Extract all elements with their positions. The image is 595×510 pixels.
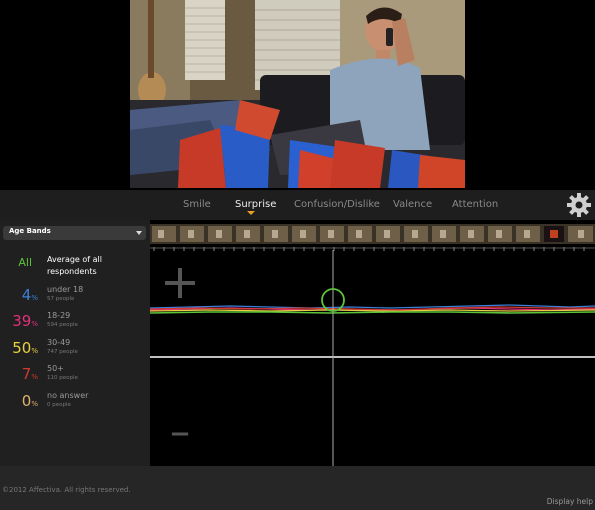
group-count: 57 people (47, 296, 75, 302)
group-count: 747 people (47, 349, 78, 355)
group-label: under 18 (47, 285, 84, 294)
video-area (0, 0, 595, 190)
percent-symbol: % (31, 294, 38, 302)
thumbnail-strip[interactable] (150, 224, 595, 244)
group-percent: 0% (0, 392, 38, 410)
group-label: 30-49 (47, 338, 71, 347)
tab-attention[interactable]: Attention (452, 199, 498, 210)
group-label: 50+ (47, 364, 64, 373)
video-frame-image (130, 0, 465, 188)
series-line-all (150, 311, 595, 314)
group-count: 110 people (47, 375, 78, 381)
gear-icon[interactable] (566, 192, 592, 218)
emotion-timeline-chart[interactable]: − (150, 220, 595, 466)
percent-symbol: % (31, 373, 38, 381)
percent-value: 7 (21, 365, 32, 383)
series-line-30-49 (150, 309, 595, 312)
percent-value: 0 (21, 392, 32, 410)
percent-symbol: % (31, 320, 38, 328)
time-ruler (150, 247, 595, 251)
legend-item-18-29[interactable]: 39% 18-29 594 people (0, 309, 150, 331)
timeline-svg: − (150, 224, 595, 466)
segment-dropdown[interactable]: Age Bands (3, 226, 146, 240)
percent-symbol: % (31, 347, 38, 355)
segment-sidebar: Age Bands All Average of all respondents… (0, 220, 150, 466)
group-label: 18-29 (47, 311, 71, 320)
all-badge: All (18, 256, 32, 269)
group-percent: 4% (0, 286, 38, 304)
group-percent: 50% (0, 339, 38, 357)
group-label: no answer (47, 391, 89, 400)
active-tab-indicator (247, 211, 255, 215)
percent-value: 4 (21, 286, 32, 304)
tab-surprise[interactable]: Surprise (235, 199, 276, 210)
plus-icon[interactable] (165, 268, 195, 298)
percent-symbol: % (31, 400, 38, 408)
minus-icon[interactable]: − (169, 419, 191, 449)
group-percent: 39% (0, 312, 38, 330)
tab-confusion-dislike[interactable]: Confusion/Dislike (294, 199, 380, 210)
group-count: 594 people (47, 322, 78, 328)
legend-item-50-plus[interactable]: 7% 50+ 110 people (0, 362, 150, 384)
metric-tabs: Smile Surprise Confusion/Dislike Valence… (0, 190, 595, 220)
legend-label-all: Average of all respondents (47, 255, 102, 276)
tab-smile[interactable]: Smile (183, 199, 211, 210)
legend-item-under-18[interactable]: 4% under 18 57 people (0, 283, 150, 305)
group-count: 0 people (47, 402, 71, 408)
percent-value: 50 (12, 339, 32, 357)
legend-item-30-49[interactable]: 50% 30-49 747 people (0, 336, 150, 358)
chevron-down-icon (136, 231, 142, 235)
legend-item-no-answer[interactable]: 0% no answer 0 people (0, 389, 150, 411)
display-help-link[interactable]: Display help (547, 497, 593, 506)
tab-valence[interactable]: Valence (393, 199, 432, 210)
legend-item-all[interactable]: All Average of all respondents (0, 254, 150, 276)
percent-value: 39 (12, 312, 32, 330)
group-percent: 7% (0, 365, 38, 383)
copyright-text: ©2012 Affectiva. All rights reserved. (2, 486, 131, 494)
video-player[interactable] (130, 0, 465, 188)
segment-dropdown-label: Age Bands (9, 227, 51, 235)
